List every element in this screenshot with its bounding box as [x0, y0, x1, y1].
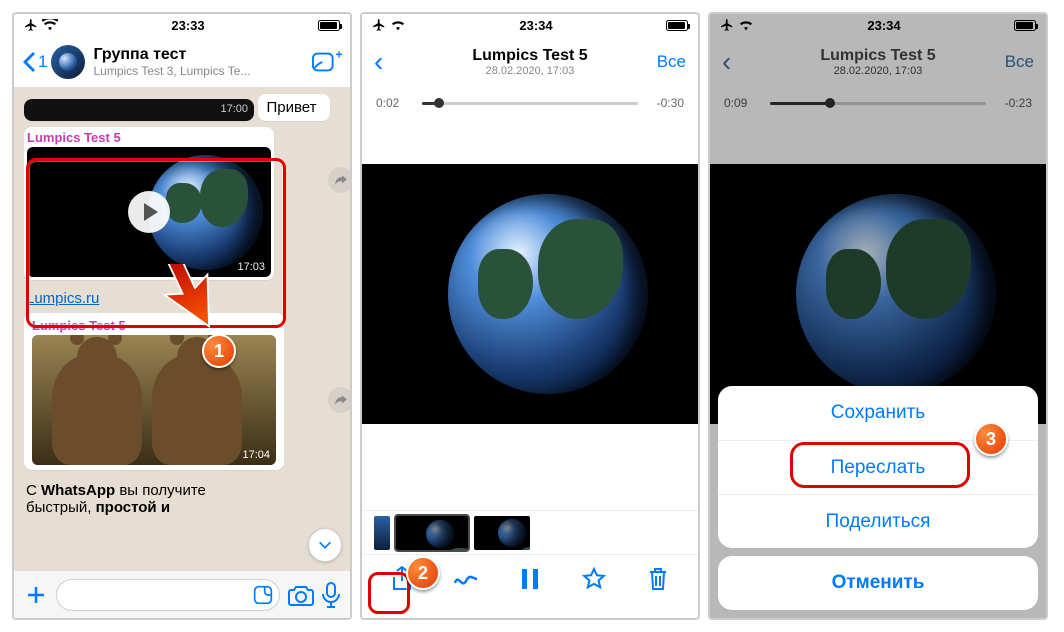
message-input[interactable] — [56, 579, 280, 611]
sticker-icon[interactable] — [253, 585, 273, 605]
status-time: 23:33 — [171, 18, 204, 33]
video-call-icon[interactable]: + — [312, 50, 342, 74]
camera-icon[interactable] — [288, 584, 314, 606]
scroll-to-bottom-button[interactable] — [308, 528, 342, 562]
playback-slider[interactable]: 0:02 -0:30 — [362, 88, 698, 118]
video-thumbnail[interactable]: 17:03 — [27, 147, 271, 277]
sender-name-2: Lumpics Test 5 — [32, 318, 276, 333]
status-bar: 23:33 — [14, 14, 350, 36]
doodle-button[interactable] — [446, 569, 486, 589]
chat-title: Группа тест — [93, 46, 312, 64]
play-icon[interactable] — [128, 191, 170, 233]
link-lumpics[interactable]: Lumpics.ru — [26, 290, 338, 307]
battery-icon — [666, 20, 688, 31]
message-text-partial[interactable]: С WhatsApp вы получите быстрый, простой … — [24, 476, 340, 516]
chat-subtitle: Lumpics Test 3, Lumpics Te... — [93, 64, 312, 78]
sender-name: Lumpics Test 5 — [27, 130, 271, 145]
wifi-icon — [42, 19, 58, 31]
airplane-mode-icon — [24, 18, 38, 32]
filmstrip[interactable] — [362, 510, 698, 554]
thumb-prev[interactable] — [374, 516, 390, 550]
video-frame[interactable] — [362, 164, 698, 424]
mic-icon[interactable] — [322, 582, 340, 608]
forward-icon[interactable] — [328, 167, 350, 193]
thumb-next[interactable] — [474, 516, 530, 550]
wifi-icon — [390, 19, 406, 31]
action-share[interactable]: Поделиться — [718, 494, 1038, 548]
input-bar — [14, 570, 350, 618]
plus-icon[interactable] — [24, 583, 48, 607]
chat-avatar[interactable] — [51, 45, 85, 79]
image-thumbnail-bears[interactable]: 17:04 — [32, 335, 276, 465]
all-media-button[interactable]: Все — [657, 52, 686, 72]
viewer-subtitle: 28.02.2020, 17:03 — [362, 65, 698, 77]
status-bar-2: 23:34 — [362, 14, 698, 36]
back-count: 1 — [38, 52, 47, 72]
message-stub-top[interactable]: 17:00 — [24, 99, 254, 121]
message-image-bears[interactable]: Lumpics Test 5 17:04 — [24, 313, 284, 470]
video-timestamp: 17:03 — [237, 261, 265, 273]
screen-chat: 23:33 1 Группа тест Lumpics Test 3, Lump… — [12, 12, 352, 620]
battery-icon — [318, 20, 340, 31]
time-remaining: -0:30 — [646, 96, 684, 110]
annotation-marker-3: 3 — [974, 422, 1008, 456]
svg-text:+: + — [335, 50, 342, 61]
chat-header: 1 Группа тест Lumpics Test 3, Lumpics Te… — [14, 36, 350, 88]
slider-track[interactable] — [422, 102, 638, 105]
trash-button[interactable] — [638, 567, 678, 591]
airplane-mode-icon — [372, 18, 386, 32]
screen-action-sheet: 23:34 ‹ Lumpics Test 5 28.02.2020, 17:03… — [708, 12, 1048, 620]
star-button[interactable] — [574, 567, 614, 591]
action-cancel[interactable]: Отменить — [718, 556, 1038, 610]
annotation-marker-2: 2 — [406, 556, 440, 590]
back-button[interactable]: 1 — [22, 52, 47, 72]
pause-button[interactable] — [510, 568, 550, 590]
image-timestamp: 17:04 — [242, 449, 270, 461]
time-elapsed: 0:02 — [376, 96, 414, 110]
chat-title-block[interactable]: Группа тест Lumpics Test 3, Lumpics Te..… — [93, 46, 312, 78]
message-video[interactable]: Lumpics Test 5 17:03 — [24, 127, 274, 280]
forward-icon-2[interactable] — [328, 387, 350, 413]
viewer-title: Lumpics Test 5 — [362, 47, 698, 65]
chat-body[interactable]: 17:00 Привет Lumpics Test 5 17:03 Lumpic… — [14, 88, 350, 570]
status-time: 23:34 — [519, 18, 552, 33]
back-button[interactable]: ‹ — [374, 46, 383, 78]
viewer-header: ‹ Lumpics Test 5 28.02.2020, 17:03 Все — [362, 36, 698, 88]
thumb-current[interactable] — [396, 516, 468, 550]
annotation-marker-1: 1 — [202, 334, 236, 368]
message-hi[interactable]: Привет — [258, 94, 330, 121]
screen-media-viewer: 23:34 ‹ Lumpics Test 5 28.02.2020, 17:03… — [360, 12, 700, 620]
action-sheet: Сохранить Переслать Поделиться Отменить — [718, 386, 1038, 610]
